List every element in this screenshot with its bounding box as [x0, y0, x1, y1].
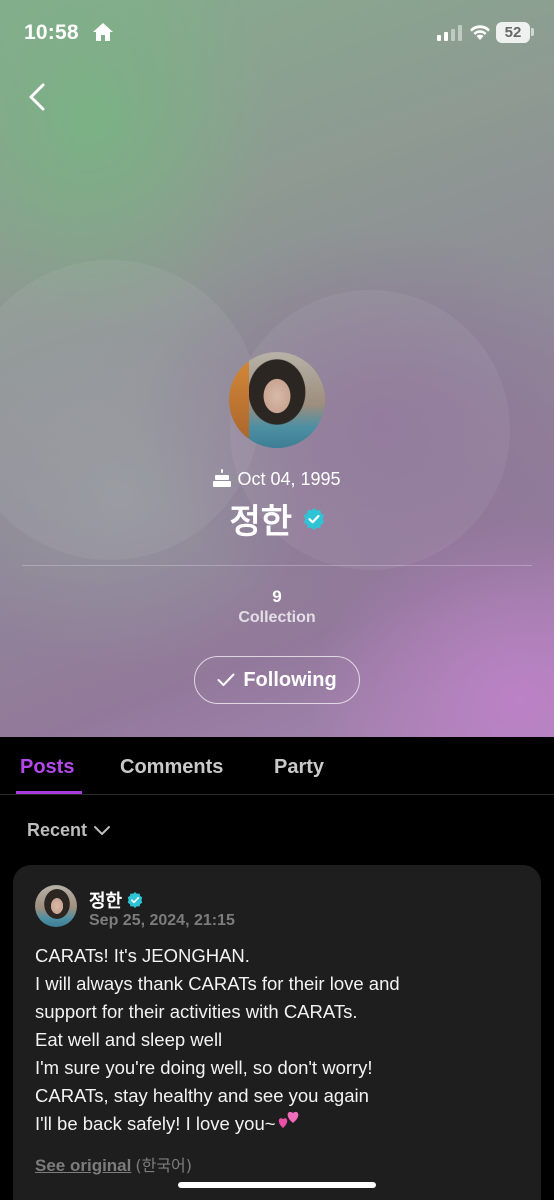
post-text-line: CARATs, stay healthy and see you again — [35, 1085, 369, 1106]
post-timestamp: Sep 25, 2024, 21:15 — [89, 912, 235, 929]
chevron-down-icon — [94, 825, 111, 835]
tab-posts[interactable]: Posts — [20, 756, 74, 779]
original-language: (한국어) — [135, 1156, 193, 1175]
profile-name: 정한 — [229, 502, 293, 542]
see-original-link[interactable]: See original — [35, 1156, 131, 1175]
following-button[interactable]: Following — [194, 656, 360, 704]
wifi-icon — [470, 25, 490, 40]
collection-label[interactable]: Collection — [0, 609, 554, 627]
verified-badge-icon — [127, 892, 143, 908]
status-time: 10:58 — [24, 21, 79, 44]
back-button[interactable] — [22, 80, 54, 114]
home-indicator[interactable] — [178, 1182, 376, 1188]
verified-badge-icon — [303, 507, 324, 530]
tab-comments[interactable]: Comments — [120, 756, 223, 779]
post-author-row: 정한 — [89, 887, 143, 913]
post-text-line: I will always thank CARATs for their lov… — [35, 973, 400, 994]
sort-label: Recent — [27, 820, 88, 840]
checkmark-icon — [217, 673, 235, 686]
birthday-date: Oct 04, 1995 — [237, 469, 341, 489]
see-original-row: See original (한국어) — [35, 1152, 192, 1176]
tab-party[interactable]: Party — [274, 756, 324, 779]
post-text-line: I'll be back safely! I love you~ — [35, 1113, 276, 1134]
post-author-avatar[interactable] — [35, 885, 77, 927]
post-body: CARATs! It's JEONGHAN. I will always tha… — [35, 942, 525, 1138]
battery-tip — [531, 28, 534, 36]
post-text-line: support for their activities with CARATs… — [35, 1001, 358, 1022]
signal-icon — [437, 25, 462, 41]
battery-icon: 52 — [496, 22, 530, 43]
content-tabs: Posts Comments Party — [0, 737, 554, 795]
post-author-name[interactable]: 정한 — [89, 887, 122, 913]
following-label: Following — [243, 668, 337, 691]
profile-divider — [22, 565, 532, 566]
status-bar: 10:58 52 — [0, 0, 554, 66]
post-text-line: CARATs! It's JEONGHAN. — [35, 945, 250, 966]
profile-avatar[interactable] — [229, 352, 325, 448]
cake-icon — [213, 469, 232, 487]
home-icon — [93, 23, 113, 41]
post-card[interactable]: 정한 Sep 25, 2024, 21:15 CARATs! It's JEON… — [13, 865, 541, 1200]
post-text-line: I'm sure you're doing well, so don't wor… — [35, 1057, 373, 1078]
active-tab-indicator — [16, 791, 82, 794]
post-text-line-last: I'll be back safely! I love you~ — [35, 1110, 525, 1138]
post-text-line: Eat well and sleep well — [35, 1029, 223, 1050]
two-hearts-icon — [278, 1111, 298, 1128]
birthday-row: Oct 04, 1995 — [0, 469, 554, 490]
profile-name-row: 정한 — [0, 494, 554, 543]
collection-count[interactable]: 9 — [0, 587, 554, 607]
sort-dropdown[interactable]: Recent — [27, 820, 111, 841]
